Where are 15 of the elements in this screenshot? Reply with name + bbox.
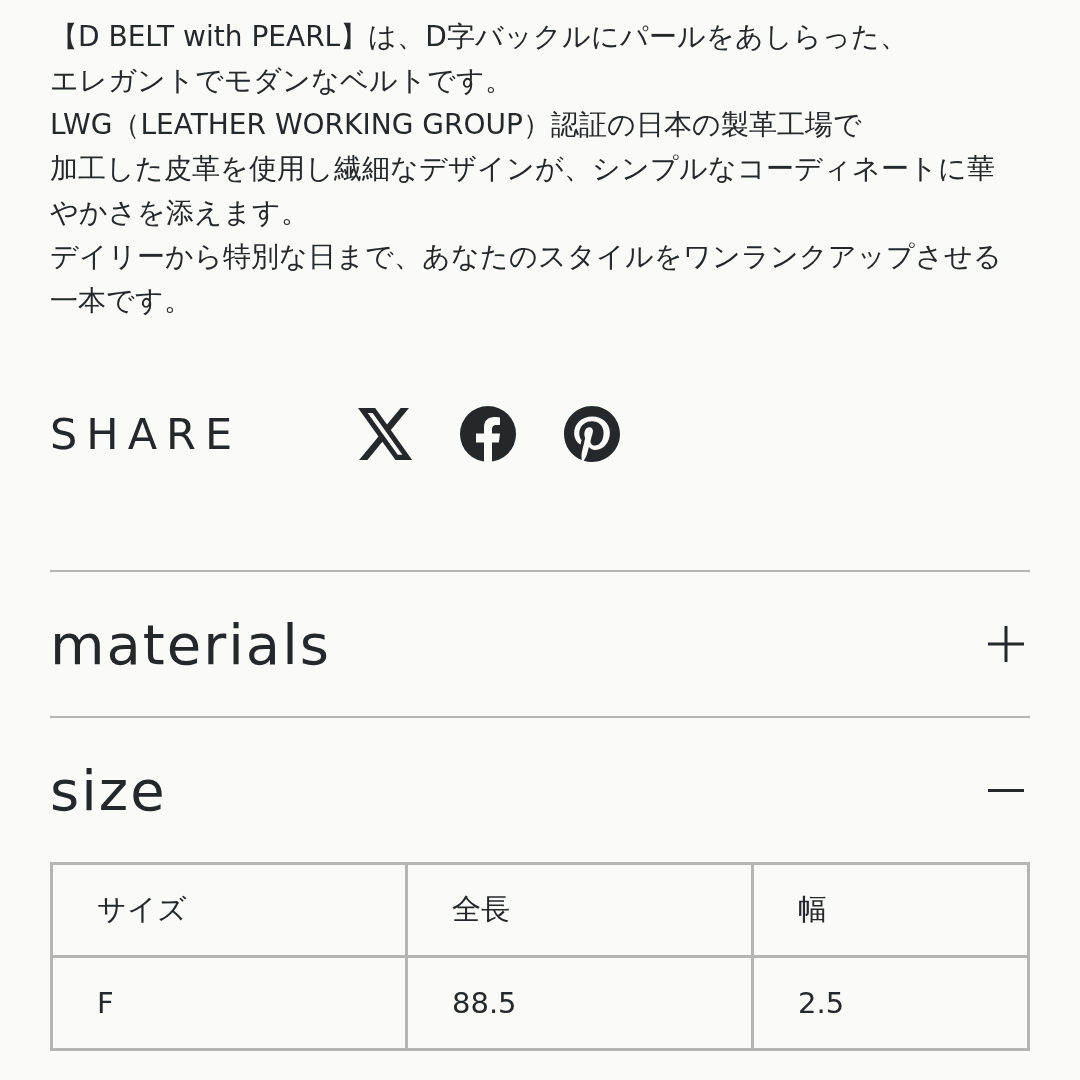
facebook-icon[interactable] [460, 406, 516, 462]
description-paragraph: 【D BELT with PEARL】は、D字バックルにパールをあしらった、 エレガントでモダンなベルトです。 [50, 19, 909, 99]
table-cell: 88.5 [406, 956, 753, 1050]
description-paragraph: LWG（LEATHER WORKING GROUP）認証の日本の製革工場で 加工した皮革を使用し繊細なデザインが、シンプルなコーディネートに華 やかさを添えます。 [50, 107, 996, 231]
description-paragraph: デイリーから特別な日まで、あなたのスタイルをワンランクアップさせる 一本です。 [50, 239, 1003, 319]
table-header-cell: サイズ [51, 863, 407, 957]
table-header-cell: 全長 [406, 863, 753, 957]
accordion-header[interactable]: size [50, 718, 1030, 862]
table-cell: 2.5 [752, 956, 1029, 1050]
share-label: SHARE [50, 412, 242, 456]
x-logo-icon[interactable] [358, 408, 412, 460]
table-cell: F [51, 956, 407, 1050]
table-header-cell: 幅 [752, 863, 1029, 957]
pinterest-icon[interactable] [564, 406, 620, 462]
accordion-header[interactable]: materials [50, 572, 1030, 716]
